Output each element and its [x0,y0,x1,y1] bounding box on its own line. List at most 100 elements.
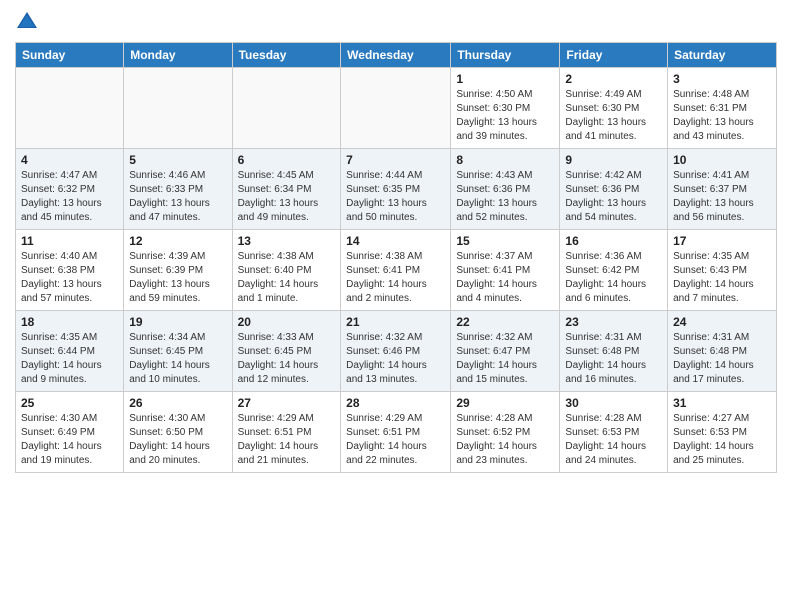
calendar-cell: 17 Sunrise: 4:35 AM Sunset: 6:43 PM Dayli… [668,230,777,311]
day-number: 23 [565,315,662,329]
day-header-saturday: Saturday [668,43,777,68]
calendar-cell: 5 Sunrise: 4:46 AM Sunset: 6:33 PM Daylig… [124,149,232,230]
calendar-cell: 9 Sunrise: 4:42 AM Sunset: 6:36 PM Daylig… [560,149,668,230]
day-info: Sunrise: 4:32 AM Sunset: 6:47 PM Dayligh… [456,331,554,387]
day-header-thursday: Thursday [451,43,560,68]
calendar-cell: 12 Sunrise: 4:39 AM Sunset: 6:39 PM Dayli… [124,230,232,311]
calendar-cell: 22 Sunrise: 4:32 AM Sunset: 6:47 PM Dayli… [451,311,560,392]
day-info: Sunrise: 4:37 AM Sunset: 6:41 PM Dayligh… [456,250,554,306]
day-number: 5 [129,153,226,167]
calendar-cell: 21 Sunrise: 4:32 AM Sunset: 6:46 PM Dayli… [341,311,451,392]
day-info: Sunrise: 4:31 AM Sunset: 6:48 PM Dayligh… [565,331,662,387]
calendar-cell: 16 Sunrise: 4:36 AM Sunset: 6:42 PM Dayli… [560,230,668,311]
calendar-cell: 31 Sunrise: 4:27 AM Sunset: 6:53 PM Dayli… [668,392,777,473]
day-info: Sunrise: 4:43 AM Sunset: 6:36 PM Dayligh… [456,169,554,225]
day-number: 12 [129,234,226,248]
day-info: Sunrise: 4:38 AM Sunset: 6:41 PM Dayligh… [346,250,445,306]
calendar-cell [124,68,232,149]
calendar-cell: 7Sunrise: 4:44 AM Sunset: 6:35 PM Daylig… [341,149,451,230]
day-info: Sunrise: 4:28 AM Sunset: 6:52 PM Dayligh… [456,412,554,468]
day-info: Sunrise: 4:35 AM Sunset: 6:44 PM Dayligh… [21,331,118,387]
day-header-wednesday: Wednesday [341,43,451,68]
day-info: Sunrise: 4:30 AM Sunset: 6:50 PM Dayligh… [129,412,226,468]
calendar-cell: 15Sunrise: 4:37 AM Sunset: 6:41 PM Dayli… [451,230,560,311]
day-info: Sunrise: 4:28 AM Sunset: 6:53 PM Dayligh… [565,412,662,468]
week-row-4: 18 Sunrise: 4:35 AM Sunset: 6:44 PM Dayli… [16,311,777,392]
calendar-cell: 24Sunrise: 4:31 AM Sunset: 6:48 PM Dayli… [668,311,777,392]
day-info: Sunrise: 4:45 AM Sunset: 6:34 PM Dayligh… [238,169,336,225]
calendar-cell: 10 Sunrise: 4:41 AM Sunset: 6:37 PM Dayli… [668,149,777,230]
calendar-cell: 11 Sunrise: 4:40 AM Sunset: 6:38 PM Dayli… [16,230,124,311]
day-number: 22 [456,315,554,329]
day-number: 2 [565,72,662,86]
day-number: 25 [21,396,118,410]
calendar-cell: 30 Sunrise: 4:28 AM Sunset: 6:53 PM Dayli… [560,392,668,473]
day-number: 9 [565,153,662,167]
day-number: 30 [565,396,662,410]
calendar-header-row: SundayMondayTuesdayWednesdayThursdayFrid… [16,43,777,68]
day-number: 28 [346,396,445,410]
day-info: Sunrise: 4:40 AM Sunset: 6:38 PM Dayligh… [21,250,118,306]
day-number: 16 [565,234,662,248]
calendar-cell: 20 Sunrise: 4:33 AM Sunset: 6:45 PM Dayli… [232,311,341,392]
day-info: Sunrise: 4:50 AM Sunset: 6:30 PM Dayligh… [456,88,554,144]
week-row-2: 4 Sunrise: 4:47 AM Sunset: 6:32 PM Daylig… [16,149,777,230]
day-number: 29 [456,396,554,410]
day-info: Sunrise: 4:39 AM Sunset: 6:39 PM Dayligh… [129,250,226,306]
page: SundayMondayTuesdayWednesdayThursdayFrid… [0,0,792,612]
day-number: 21 [346,315,445,329]
day-info: Sunrise: 4:49 AM Sunset: 6:30 PM Dayligh… [565,88,662,144]
logo-icon [15,10,39,34]
day-info: Sunrise: 4:34 AM Sunset: 6:45 PM Dayligh… [129,331,226,387]
day-number: 8 [456,153,554,167]
day-info: Sunrise: 4:27 AM Sunset: 6:53 PM Dayligh… [673,412,771,468]
calendar-cell [16,68,124,149]
calendar-cell: 27Sunrise: 4:29 AM Sunset: 6:51 PM Dayli… [232,392,341,473]
calendar-cell: 23 Sunrise: 4:31 AM Sunset: 6:48 PM Dayli… [560,311,668,392]
day-number: 11 [21,234,118,248]
calendar-cell: 28Sunrise: 4:29 AM Sunset: 6:51 PM Dayli… [341,392,451,473]
calendar-cell: 3 Sunrise: 4:48 AM Sunset: 6:31 PM Daylig… [668,68,777,149]
calendar-cell: 14Sunrise: 4:38 AM Sunset: 6:41 PM Dayli… [341,230,451,311]
day-number: 6 [238,153,336,167]
day-info: Sunrise: 4:36 AM Sunset: 6:42 PM Dayligh… [565,250,662,306]
day-number: 13 [238,234,336,248]
calendar-cell [341,68,451,149]
day-number: 3 [673,72,771,86]
day-number: 10 [673,153,771,167]
day-info: Sunrise: 4:48 AM Sunset: 6:31 PM Dayligh… [673,88,771,144]
day-header-sunday: Sunday [16,43,124,68]
calendar-cell: 26 Sunrise: 4:30 AM Sunset: 6:50 PM Dayli… [124,392,232,473]
day-header-tuesday: Tuesday [232,43,341,68]
day-number: 19 [129,315,226,329]
day-number: 20 [238,315,336,329]
week-row-1: 1Sunrise: 4:50 AM Sunset: 6:30 PM Daylig… [16,68,777,149]
day-number: 31 [673,396,771,410]
day-number: 18 [21,315,118,329]
day-number: 26 [129,396,226,410]
calendar-cell: 4 Sunrise: 4:47 AM Sunset: 6:32 PM Daylig… [16,149,124,230]
day-info: Sunrise: 4:41 AM Sunset: 6:37 PM Dayligh… [673,169,771,225]
week-row-3: 11 Sunrise: 4:40 AM Sunset: 6:38 PM Dayli… [16,230,777,311]
day-info: Sunrise: 4:30 AM Sunset: 6:49 PM Dayligh… [21,412,118,468]
day-number: 4 [21,153,118,167]
day-header-friday: Friday [560,43,668,68]
calendar-table: SundayMondayTuesdayWednesdayThursdayFrid… [15,42,777,473]
calendar-cell: 25 Sunrise: 4:30 AM Sunset: 6:49 PM Dayli… [16,392,124,473]
calendar-cell: 29 Sunrise: 4:28 AM Sunset: 6:52 PM Dayli… [451,392,560,473]
day-info: Sunrise: 4:47 AM Sunset: 6:32 PM Dayligh… [21,169,118,225]
calendar-cell: 13Sunrise: 4:38 AM Sunset: 6:40 PM Dayli… [232,230,341,311]
header [15,10,777,34]
day-info: Sunrise: 4:35 AM Sunset: 6:43 PM Dayligh… [673,250,771,306]
day-number: 24 [673,315,771,329]
day-info: Sunrise: 4:33 AM Sunset: 6:45 PM Dayligh… [238,331,336,387]
day-info: Sunrise: 4:32 AM Sunset: 6:46 PM Dayligh… [346,331,445,387]
calendar-cell: 18 Sunrise: 4:35 AM Sunset: 6:44 PM Dayli… [16,311,124,392]
calendar-cell: 6 Sunrise: 4:45 AM Sunset: 6:34 PM Daylig… [232,149,341,230]
day-header-monday: Monday [124,43,232,68]
day-number: 17 [673,234,771,248]
day-info: Sunrise: 4:46 AM Sunset: 6:33 PM Dayligh… [129,169,226,225]
day-info: Sunrise: 4:44 AM Sunset: 6:35 PM Dayligh… [346,169,445,225]
calendar-cell: 1Sunrise: 4:50 AM Sunset: 6:30 PM Daylig… [451,68,560,149]
day-info: Sunrise: 4:42 AM Sunset: 6:36 PM Dayligh… [565,169,662,225]
